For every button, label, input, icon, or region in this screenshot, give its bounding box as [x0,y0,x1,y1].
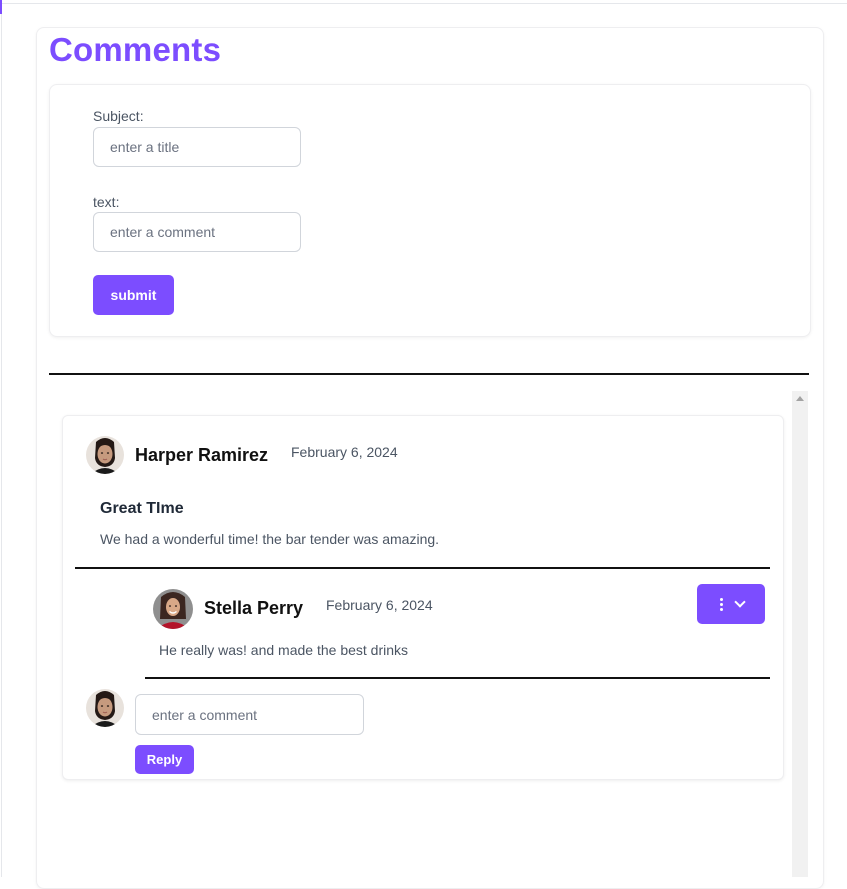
reply-options-button[interactable] [697,584,765,624]
top-divider [0,3,847,4]
left-accent-bar [0,0,2,14]
new-comment-form: Subject: text: submit [49,84,811,337]
reply-author: Stella Perry [204,598,304,618]
reply-button[interactable]: Reply [135,745,194,774]
comment-divider [75,567,770,569]
subject-input[interactable] [93,127,301,167]
page-title: Comments [49,31,222,68]
comment-text-input[interactable] [93,212,301,252]
subject-label: Subject: [93,108,144,124]
scroll-up-arrow-icon[interactable] [796,396,804,401]
comment-subject: Great TIme [100,500,184,517]
comment-date: February 6, 2024 [291,444,398,460]
kebab-vertical-icon [720,598,723,612]
reply-date: February 6, 2024 [326,597,433,613]
left-border [1,14,2,877]
stella-avatar [153,589,193,629]
comment-author: Harper Ramirez [135,445,269,465]
reply-divider [145,677,770,679]
scrollbar-track[interactable] [792,391,808,877]
reply-input[interactable] [135,694,364,735]
reply-body: He really was! and made the best drinks [159,642,409,658]
current-user-avatar [86,689,124,727]
submit-button[interactable]: submit [93,275,174,315]
harper-avatar [86,436,124,474]
comment-body: We had a wonderful time! the bar tender … [100,531,440,547]
avatar-portrait-icon [153,589,193,629]
avatar-portrait-icon [86,436,124,474]
chevron-down-icon [734,596,746,608]
section-divider [49,373,809,375]
text-label: text: [93,194,120,210]
avatar-portrait-icon [86,689,124,727]
